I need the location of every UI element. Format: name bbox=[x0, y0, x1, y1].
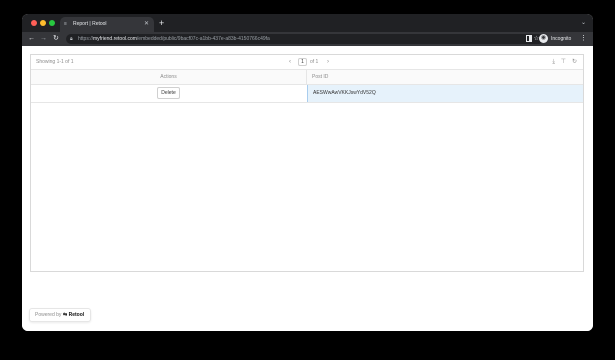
new-tab-button[interactable]: + bbox=[159, 17, 164, 29]
url-text: https://myfriend.retool.com/embedded/pub… bbox=[78, 34, 270, 44]
page-total: of 1 bbox=[310, 59, 319, 65]
post-id-cell[interactable]: AESWwAwVKKJswYdV52Q bbox=[307, 85, 583, 102]
incognito-avatar-icon[interactable]: ◉ bbox=[539, 34, 548, 43]
more-menu-icon[interactable]: ⋮ bbox=[580, 32, 587, 46]
download-icon[interactable]: ⤓ bbox=[552, 55, 555, 69]
page-input[interactable]: 1 bbox=[298, 58, 307, 66]
browser-window: ≡ Report | Retool ✕ + ⌄ ← → ↻ 🔒︎ https:/… bbox=[22, 14, 593, 331]
table-row[interactable]: Delete AESWwAwVKKJswYdV52Q bbox=[31, 85, 583, 103]
retool-logo: ⇆ Retool bbox=[63, 309, 84, 321]
column-header-actions[interactable]: Actions bbox=[31, 70, 307, 84]
retool-favicon-icon: ≡ bbox=[64, 21, 67, 27]
tab-search-chevron-icon[interactable]: ⌄ bbox=[581, 17, 586, 29]
filter-icon[interactable]: ⊤ bbox=[561, 55, 566, 69]
minimize-window-button[interactable] bbox=[40, 20, 46, 26]
retool-brand-text: Retool bbox=[68, 312, 85, 318]
page-content: Showing 1-1 of 1 ‹ 1 of 1 › ⤓ ⊤ ↻ Action… bbox=[22, 46, 593, 331]
column-header-post-id[interactable]: Post ID bbox=[312, 70, 328, 84]
tab-bar: ≡ Report | Retool ✕ + ⌄ bbox=[22, 14, 593, 32]
tab-close-icon[interactable]: ✕ bbox=[144, 17, 149, 32]
back-arrow-icon[interactable]: ← bbox=[28, 32, 35, 46]
refresh-icon[interactable]: ↻ bbox=[572, 55, 577, 69]
browser-toolbar: ← → ↻ 🔒︎ https://myfriend.retool.com/emb… bbox=[22, 32, 593, 46]
actions-cell: Delete bbox=[31, 85, 307, 102]
zoom-window-button[interactable] bbox=[49, 20, 55, 26]
side-panel-icon[interactable] bbox=[526, 35, 532, 42]
powered-by-retool-badge[interactable]: Powered by ⇆ Retool bbox=[29, 308, 91, 322]
url-scheme: https:// bbox=[78, 36, 94, 42]
prev-page-icon[interactable]: ‹ bbox=[289, 55, 291, 69]
next-page-icon[interactable]: › bbox=[327, 55, 329, 69]
powered-by-text: Powered by bbox=[35, 312, 62, 318]
tab-title: Report | Retool bbox=[73, 21, 107, 27]
column-headers: Actions Post ID bbox=[31, 70, 583, 85]
incognito-label[interactable]: Incognito bbox=[551, 32, 571, 46]
browser-tab[interactable]: ≡ Report | Retool ✕ bbox=[60, 17, 154, 32]
reload-icon[interactable]: ↻ bbox=[53, 32, 59, 46]
table-header-bar: Showing 1-1 of 1 ‹ 1 of 1 › ⤓ ⊤ ↻ bbox=[31, 55, 583, 70]
delete-button[interactable]: Delete bbox=[157, 87, 180, 99]
lock-icon: 🔒︎ bbox=[70, 36, 73, 42]
close-window-button[interactable] bbox=[31, 20, 37, 26]
url-path: /embedded/public/9bacf07c-a1bb-437e-a83b… bbox=[136, 36, 270, 42]
url-host: myfriend.retool.com bbox=[93, 36, 137, 42]
forward-arrow-icon[interactable]: → bbox=[40, 32, 47, 46]
showing-count: Showing 1-1 of 1 bbox=[36, 59, 74, 65]
data-table: Showing 1-1 of 1 ‹ 1 of 1 › ⤓ ⊤ ↻ Action… bbox=[30, 54, 584, 272]
address-bar[interactable]: 🔒︎ https://myfriend.retool.com/embedded/… bbox=[66, 34, 544, 44]
